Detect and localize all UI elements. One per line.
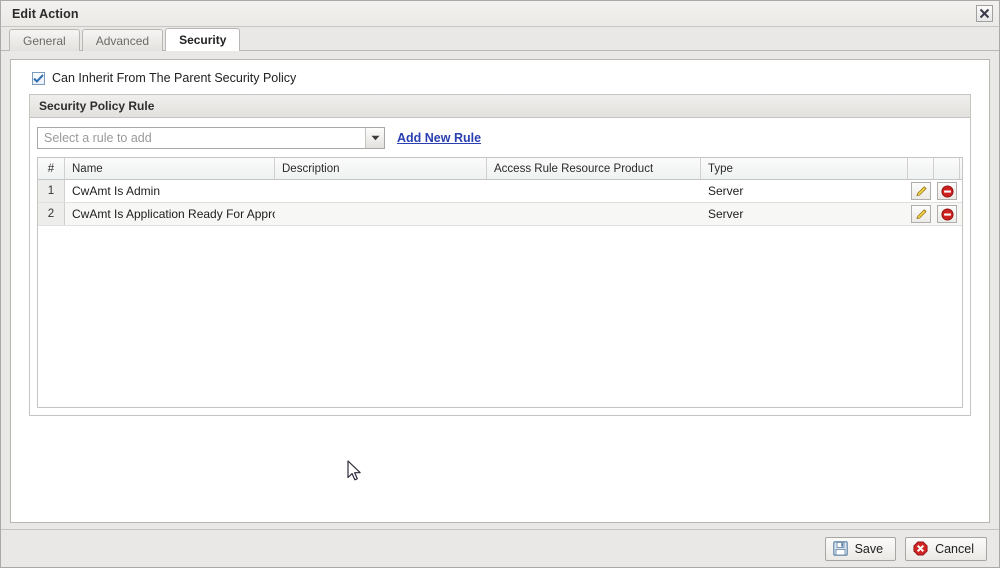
- dialog-titlebar: Edit Action: [1, 1, 999, 27]
- group-title: Security Policy Rule: [39, 99, 155, 113]
- pencil-edit-icon: [915, 185, 927, 196]
- save-button[interactable]: Save: [824, 536, 897, 561]
- cancel-button-label: Cancel: [935, 541, 974, 556]
- column-header-number[interactable]: #: [38, 158, 65, 179]
- row-product: [487, 180, 701, 202]
- table-row[interactable]: 1 CwAmt Is Admin Server: [38, 180, 962, 203]
- row-name: CwAmt Is Application Ready For Appro...: [72, 207, 275, 221]
- tab-security-label: Security: [179, 33, 227, 47]
- group-header: Security Policy Rule: [30, 95, 970, 118]
- checkmark-icon: [33, 73, 44, 83]
- chevron-down-icon: [371, 135, 379, 141]
- row-product: [487, 203, 701, 225]
- cancel-octagon-icon: [913, 541, 928, 556]
- rule-select-value: Select a rule to add: [44, 131, 152, 145]
- row-edit-cell: [908, 180, 934, 202]
- column-header-name[interactable]: Name: [65, 158, 275, 179]
- row-delete-cell: [934, 180, 960, 202]
- column-header-description[interactable]: Description: [275, 158, 487, 179]
- dialog-body: Can Inherit From The Parent Security Pol…: [1, 51, 999, 529]
- tab-advanced-label: Advanced: [95, 33, 150, 48]
- row-description: [275, 180, 487, 202]
- grid-header-row: # Name Description Access Rule Resource …: [38, 158, 962, 180]
- tab-advanced[interactable]: Advanced: [81, 29, 164, 51]
- inherit-label: Can Inherit From The Parent Security Pol…: [52, 71, 297, 85]
- add-new-rule-link[interactable]: Add New Rule: [397, 131, 481, 145]
- row-delete-cell: [934, 203, 960, 225]
- content-panel: Can Inherit From The Parent Security Pol…: [10, 59, 990, 523]
- group-body: Select a rule to add Add New Rule # Name…: [30, 118, 970, 415]
- delete-rule-button[interactable]: [937, 205, 957, 223]
- column-header-edit[interactable]: [908, 158, 934, 179]
- floppy-save-icon: [832, 541, 848, 556]
- rule-select[interactable]: Select a rule to add: [37, 127, 385, 149]
- tab-security[interactable]: Security: [165, 28, 241, 51]
- tab-general[interactable]: General: [9, 29, 80, 51]
- edit-rule-button[interactable]: [911, 182, 931, 200]
- row-number: 1: [38, 180, 65, 202]
- rule-toolbar: Select a rule to add Add New Rule: [37, 126, 963, 157]
- cancel-button[interactable]: Cancel: [905, 536, 987, 561]
- edit-action-dialog: Edit Action General Advanced Security Ca…: [0, 0, 1000, 568]
- table-row[interactable]: 2 CwAmt Is Application Ready For Appro..…: [38, 203, 962, 226]
- rule-select-arrow[interactable]: [365, 128, 384, 148]
- row-type: Server: [708, 184, 744, 198]
- row-description: [275, 203, 487, 225]
- delete-circle-icon: [940, 207, 954, 221]
- delete-circle-icon: [940, 184, 954, 198]
- edit-rule-button[interactable]: [911, 205, 931, 223]
- column-header-type[interactable]: Type: [701, 158, 908, 179]
- inherit-row: Can Inherit From The Parent Security Pol…: [19, 68, 981, 94]
- tab-bar: General Advanced Security: [1, 27, 999, 51]
- tab-general-label: General: [23, 33, 66, 48]
- close-x-icon: [979, 8, 990, 19]
- grid-body: 1 CwAmt Is Admin Server 2 CwAmt Is Appli…: [38, 180, 962, 407]
- column-header-delete[interactable]: [934, 158, 960, 179]
- rules-grid: # Name Description Access Rule Resource …: [37, 157, 963, 408]
- pencil-edit-icon: [915, 208, 927, 219]
- row-name: CwAmt Is Admin: [72, 184, 161, 198]
- close-button[interactable]: [976, 5, 993, 22]
- inherit-checkbox[interactable]: [32, 71, 45, 85]
- dialog-title: Edit Action: [12, 6, 79, 21]
- row-type: Server: [708, 207, 744, 221]
- security-policy-rule-group: Security Policy Rule Select a rule to ad…: [29, 94, 971, 416]
- save-button-label: Save: [854, 541, 884, 556]
- column-header-product[interactable]: Access Rule Resource Product: [487, 158, 701, 179]
- row-edit-cell: [908, 203, 934, 225]
- row-number: 2: [38, 203, 65, 225]
- dialog-footer: Save Cancel: [1, 529, 999, 567]
- delete-rule-button[interactable]: [937, 182, 957, 200]
